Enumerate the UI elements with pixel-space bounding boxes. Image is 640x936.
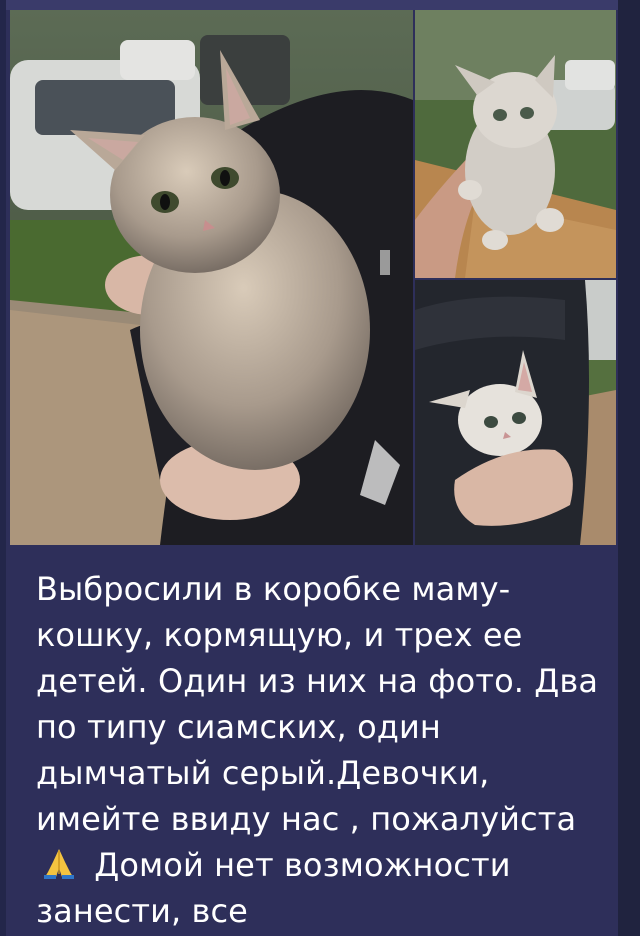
folded-hands-icon	[44, 849, 74, 879]
photo-mother-cat[interactable]	[10, 10, 413, 545]
message-text-part2: Домой нет возможности занести, все	[36, 846, 521, 930]
message-text-part1: Выбросили в коробке маму-кошку, кормящую…	[36, 570, 609, 838]
photo-light-kitten-image	[415, 280, 616, 545]
photo-light-kitten[interactable]	[415, 280, 616, 545]
bubble-top-edge	[6, 0, 618, 10]
photo-grey-kitten-image	[415, 10, 616, 278]
photo-mother-cat-image	[10, 10, 413, 545]
chat-edge	[618, 0, 640, 936]
message-text: Выбросили в коробке маму-кошку, кормящую…	[36, 566, 601, 934]
photo-grey-kitten[interactable]	[415, 10, 616, 278]
message-bubble[interactable]: Выбросили в коробке маму-кошку, кормящую…	[6, 0, 618, 936]
